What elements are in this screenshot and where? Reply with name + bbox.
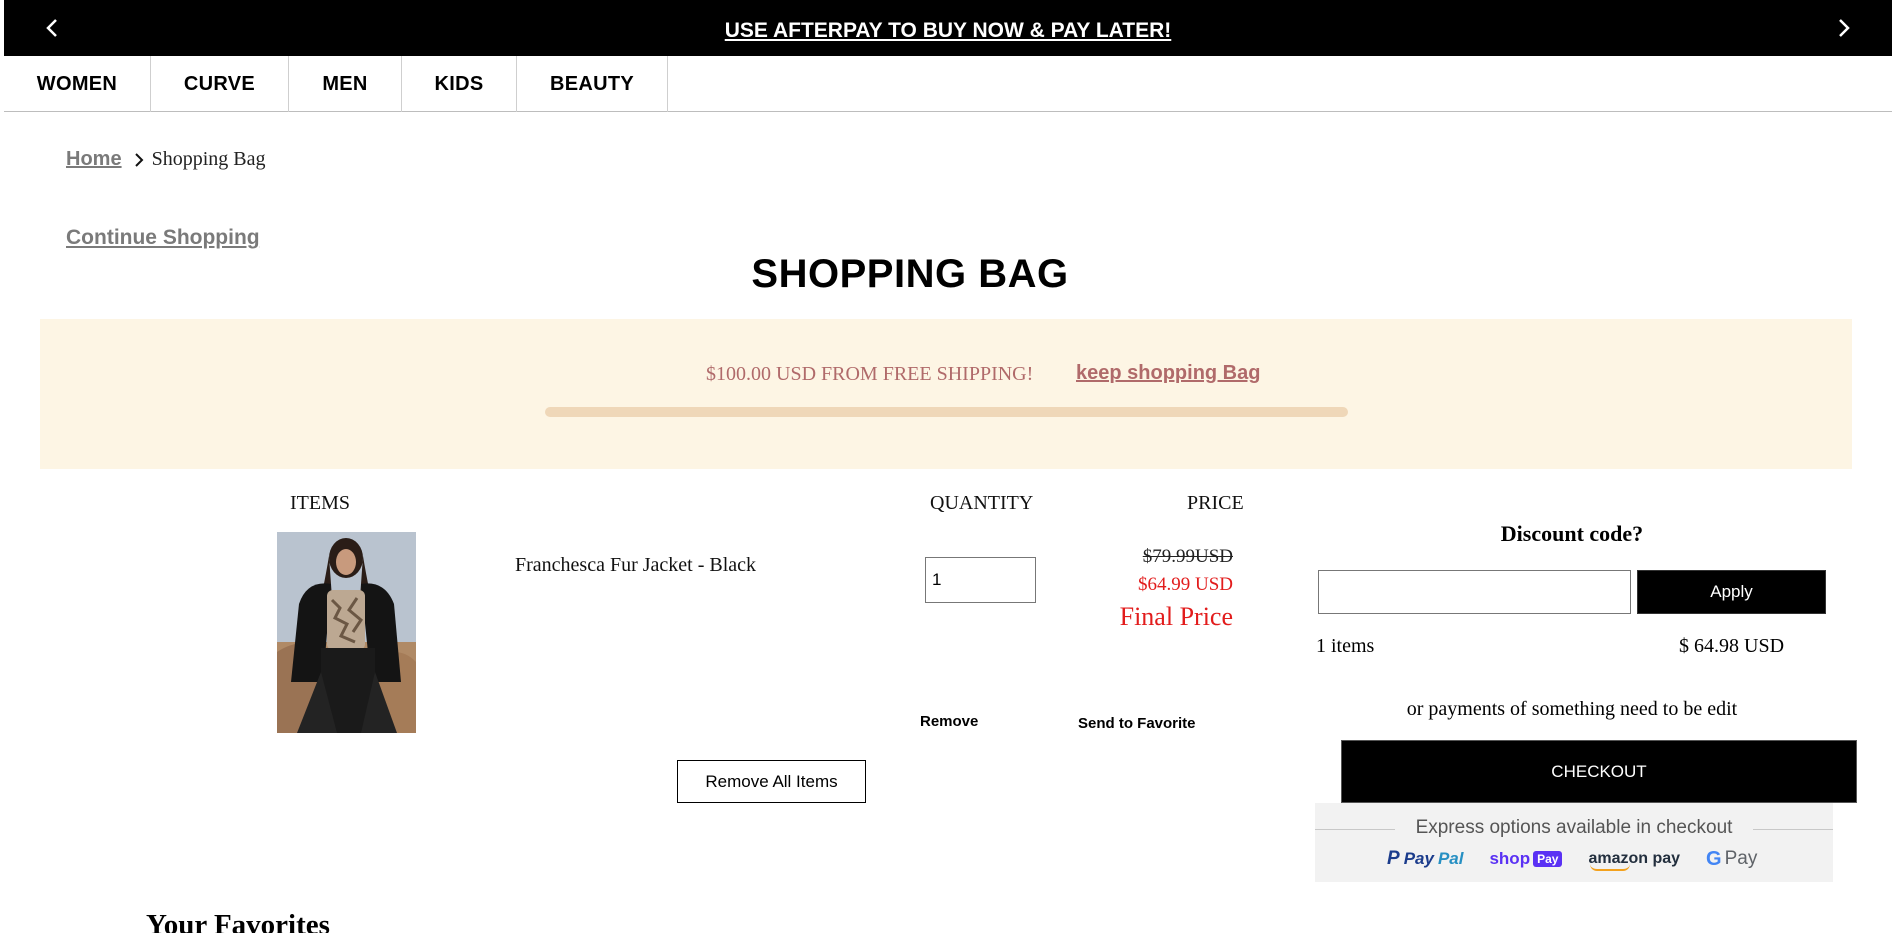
amazon-pay-logo[interactable]: amazon pay [1588, 850, 1680, 871]
original-price: $79.99USD [1142, 546, 1233, 567]
paypal-icon: P [1387, 848, 1400, 869]
nav-item-kids[interactable]: KIDS [402, 56, 517, 112]
express-options-title: Express options available in checkout [1415, 817, 1733, 838]
promo-link[interactable]: USE AFTERPAY TO BUY NOW & PAY LATER! [4, 19, 1892, 43]
remove-item-link[interactable]: Remove [920, 713, 978, 730]
product-name-link[interactable]: Franchesca Fur Jacket - Black [515, 554, 756, 577]
items-column-header: ITEMS [290, 492, 350, 514]
shop-pay-logo[interactable]: shop Pay [1489, 849, 1563, 869]
favorites-section-title: Your Favorites [146, 909, 330, 933]
price-column-header: PRICE [1187, 492, 1244, 514]
sale-price: $64.99 USD [1137, 574, 1233, 595]
nav-item-curve[interactable]: CURVE [151, 56, 289, 112]
payments-note: or payments of something need to be edit [1406, 698, 1738, 720]
checkout-button[interactable]: CHECKOUT [1341, 740, 1857, 803]
free-shipping-message: $100.00 USD FROM FREE SHIPPING! [706, 363, 1034, 385]
items-count: 1 items [1316, 635, 1375, 657]
breadcrumb-current: Shopping Bag [151, 148, 266, 170]
page-title: SHOPPING BAG [751, 252, 1069, 296]
nav-item-men[interactable]: MEN [289, 56, 402, 112]
continue-shopping-link[interactable]: Continue Shopping [66, 226, 260, 250]
paypal-logo[interactable]: P Pay Pal [1387, 848, 1463, 870]
free-shipping-banner: $100.00 USD FROM FREE SHIPPING! keep sho… [40, 319, 1852, 469]
final-price-label: Final Price [1119, 602, 1233, 631]
remove-all-items-button[interactable]: Remove All Items [677, 760, 866, 803]
product-image[interactable] [277, 532, 416, 733]
google-pay-wordmark: Pay [1724, 848, 1758, 869]
google-pay-logo[interactable]: G Pay [1706, 848, 1757, 871]
express-checkout-options: Express options available in checkout P … [1315, 803, 1833, 882]
paypal-wordmark-b: Pal [1437, 849, 1464, 868]
nav-item-women[interactable]: WOMEN [4, 56, 151, 112]
chevron-right-icon [134, 152, 144, 168]
express-logos: P Pay Pal shop Pay amazon pay G Pay [1387, 845, 1757, 873]
send-to-favorite-link[interactable]: Send to Favorite [1078, 715, 1196, 732]
items-total: $ 64.98 USD [1679, 635, 1785, 657]
free-shipping-progress [545, 407, 1348, 417]
apply-discount-button[interactable]: Apply [1637, 570, 1826, 614]
discount-code-input[interactable] [1318, 570, 1631, 614]
nav-item-beauty[interactable]: BEAUTY [517, 56, 668, 112]
promo-bar: USE AFTERPAY TO BUY NOW & PAY LATER! [4, 0, 1892, 56]
breadcrumb-home-link[interactable]: Home [66, 148, 122, 171]
keep-shopping-link[interactable]: keep shopping Bag [1076, 362, 1260, 385]
chevron-right-icon[interactable] [1830, 14, 1858, 42]
paypal-wordmark-a: Pay [1403, 849, 1434, 868]
shop-pay-wordmark-b: Pay [1533, 851, 1563, 867]
shop-pay-wordmark-a: shop [1489, 849, 1531, 868]
main-nav: WOMEN CURVE MEN KIDS BEAUTY [4, 56, 1892, 112]
google-g-icon: G [1706, 847, 1722, 870]
quantity-input[interactable] [925, 557, 1036, 603]
breadcrumb: Home Shopping Bag [66, 148, 265, 171]
quantity-column-header: QUANTITY [930, 492, 1034, 514]
discount-code-title: Discount code? [1500, 521, 1644, 546]
